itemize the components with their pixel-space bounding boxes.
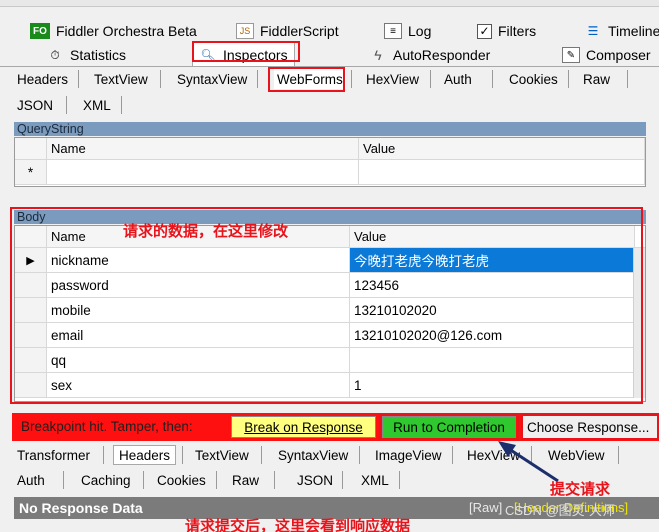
top-tabs-row2: ⏱ Statistics 🔍︎ Inspectors ϟ AutoRespond…	[0, 42, 659, 67]
fo-icon: FO	[30, 23, 50, 39]
resp-tab-cookies[interactable]: Cookies	[157, 470, 206, 490]
resp-tab-raw[interactable]: Raw	[232, 470, 259, 490]
req-tab-raw[interactable]: Raw	[583, 69, 610, 89]
req-tab-hexview[interactable]: HexView	[366, 69, 419, 89]
tab-label: Log	[408, 23, 432, 39]
tab-fiddler-orchestra[interactable]: FO Fiddler Orchestra Beta	[24, 20, 203, 42]
script-icon: JS	[236, 23, 254, 39]
tab-separator	[121, 96, 122, 114]
arrow-head	[498, 441, 516, 457]
row-header-corner	[15, 138, 47, 159]
watermark-text: CSDN @图灵·大师	[505, 503, 615, 518]
tab-label: Fiddler Orchestra Beta	[56, 23, 197, 39]
resp-tab-imageview[interactable]: ImageView	[375, 445, 442, 465]
tab-separator	[78, 70, 79, 88]
resp-tab-transformer[interactable]: Transformer	[17, 445, 90, 465]
no-response-label: No Response Data	[19, 500, 143, 516]
tab-label: FiddlerScript	[260, 23, 339, 39]
composer-icon: ✎	[562, 47, 580, 63]
top-tabs-row1: FO Fiddler Orchestra Beta JS FiddlerScri…	[0, 19, 659, 43]
tab-separator	[160, 70, 161, 88]
lightning-icon: ϟ	[374, 47, 382, 63]
inspectors-highlight	[192, 41, 300, 62]
column-value: Value	[359, 138, 645, 159]
webforms-highlight	[268, 67, 345, 92]
querystring-column-header: Name Value	[15, 138, 645, 160]
tab-separator	[430, 70, 431, 88]
resp-tab-caching[interactable]: Caching	[81, 470, 131, 490]
response-annotation: 请求提交后，这里会看到响应数据	[185, 518, 411, 532]
req-tab-syntaxview[interactable]: SyntaxView	[177, 69, 247, 89]
tab-filters[interactable]: ✓ Filters	[471, 20, 542, 42]
body-highlight	[10, 207, 643, 404]
raw-link[interactable]: [Raw]	[469, 497, 502, 519]
tab-separator	[399, 471, 400, 489]
tab-label: AutoResponder	[393, 47, 491, 63]
tab-fiddlerscript[interactable]: JS FiddlerScript	[230, 20, 345, 42]
req-tab-xml[interactable]: XML	[83, 95, 111, 115]
tab-separator	[143, 471, 144, 489]
tab-separator	[216, 471, 217, 489]
tab-statistics[interactable]: ⏱ Statistics	[40, 44, 132, 66]
req-tab-headers[interactable]: Headers	[17, 69, 68, 89]
tab-separator	[342, 471, 343, 489]
stopwatch-icon: ⏱	[50, 47, 60, 62]
column-name: Name	[47, 138, 359, 159]
querystring-grid: Name Value *	[14, 137, 646, 187]
tab-separator	[359, 446, 360, 464]
break-on-response-button[interactable]: Break on Response	[231, 416, 376, 438]
req-tab-cookies[interactable]: Cookies	[509, 69, 558, 89]
resp-tab-headers[interactable]: Headers	[113, 445, 177, 465]
req-tab-textview[interactable]: TextView	[94, 69, 148, 89]
req-tab-json[interactable]: JSON	[17, 95, 53, 115]
tab-label: Timeline	[608, 23, 659, 39]
tab-separator	[182, 446, 183, 464]
tab-log[interactable]: ≡ Log	[378, 20, 437, 42]
tab-timeline[interactable]: ☰ Timeline	[578, 20, 659, 42]
arrow-shaft	[505, 445, 559, 483]
log-icon: ≡	[384, 23, 402, 39]
tab-separator	[351, 70, 352, 88]
timeline-icon: ☰	[587, 24, 599, 38]
querystring-header: QueryString	[14, 122, 646, 136]
tab-separator	[274, 471, 275, 489]
tab-separator	[257, 70, 258, 88]
resp-tab-json[interactable]: JSON	[297, 470, 333, 490]
resp-tab-xml[interactable]: XML	[361, 470, 389, 490]
tab-separator	[452, 446, 453, 464]
tab-label: Filters	[498, 23, 537, 39]
new-row-marker: *	[15, 160, 47, 184]
tab-separator	[627, 70, 628, 88]
submit-annotation: 提交请求	[550, 481, 611, 498]
querystring-new-row[interactable]: *	[15, 160, 645, 185]
tab-label: Statistics	[70, 47, 127, 63]
breakpoint-message: Breakpoint hit. Tamper, then:	[21, 419, 193, 434]
tab-separator	[261, 446, 262, 464]
top-partial-toolbar	[0, 0, 659, 7]
tab-separator	[568, 70, 569, 88]
tab-separator	[63, 471, 64, 489]
resp-tab-syntaxview[interactable]: SyntaxView	[278, 445, 348, 465]
resp-tab-textview[interactable]: TextView	[195, 445, 249, 465]
tab-separator	[103, 446, 104, 464]
tab-label: Composer	[586, 47, 651, 63]
checkbox-icon: ✓	[477, 23, 492, 39]
req-tab-auth[interactable]: Auth	[444, 69, 472, 89]
resp-tab-auth[interactable]: Auth	[17, 470, 45, 490]
body-annotation: 请求的数据，在这里修改	[123, 223, 289, 240]
new-row-value-cell[interactable]	[359, 160, 645, 184]
new-row-name-cell[interactable]	[47, 160, 359, 184]
tab-separator	[618, 446, 619, 464]
tab-autoresponder[interactable]: ϟ AutoResponder	[363, 44, 496, 66]
tab-separator	[492, 70, 493, 88]
tab-separator	[66, 96, 67, 114]
tab-composer[interactable]: ✎ Composer	[556, 44, 657, 66]
